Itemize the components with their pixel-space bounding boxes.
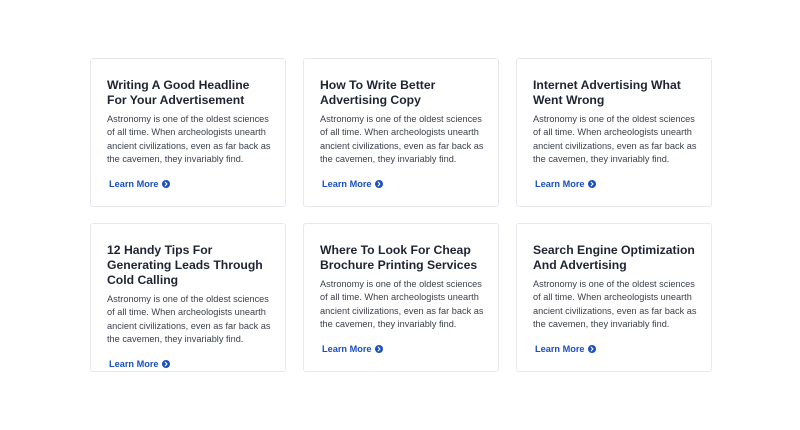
chevron-right-circle-icon bbox=[587, 344, 596, 353]
card-title: Search Engine Optimization And Advertisi… bbox=[533, 243, 695, 272]
card-description: Astronomy is one of the oldest sciences … bbox=[320, 114, 484, 165]
learn-more-link[interactable]: Learn More bbox=[109, 179, 170, 189]
card-title: Writing A Good Headline For Your Adverti… bbox=[107, 78, 250, 107]
learn-more-link[interactable]: Learn More bbox=[535, 344, 596, 354]
card-description: Astronomy is one of the oldest sciences … bbox=[533, 279, 697, 330]
card-description: Astronomy is one of the oldest sciences … bbox=[320, 279, 484, 330]
article-card: Writing A Good Headline For Your Adverti… bbox=[90, 58, 286, 207]
learn-more-link[interactable]: Learn More bbox=[109, 359, 170, 369]
chevron-right-circle-icon bbox=[374, 179, 383, 188]
card-title: How To Write Better Advertising Copy bbox=[320, 78, 436, 107]
learn-more-link[interactable]: Learn More bbox=[322, 179, 383, 189]
card-title: Where To Look For Cheap Brochure Printin… bbox=[320, 243, 478, 272]
chevron-right-circle-icon bbox=[161, 359, 170, 368]
learn-more-label: Learn More bbox=[535, 343, 585, 354]
learn-more-label: Learn More bbox=[109, 358, 159, 369]
learn-more-label: Learn More bbox=[535, 178, 585, 189]
learn-more-label: Learn More bbox=[322, 343, 372, 354]
card-title: Internet Advertising What Went Wrong bbox=[533, 78, 681, 107]
article-card: How To Write Better Advertising Copy Ast… bbox=[303, 58, 499, 207]
learn-more-label: Learn More bbox=[109, 178, 159, 189]
card-description: Astronomy is one of the oldest sciences … bbox=[533, 114, 697, 165]
article-card: Where To Look For Cheap Brochure Printin… bbox=[303, 223, 499, 372]
chevron-right-circle-icon bbox=[161, 179, 170, 188]
chevron-right-circle-icon bbox=[374, 344, 383, 353]
learn-more-link[interactable]: Learn More bbox=[535, 179, 596, 189]
article-card-grid: Writing A Good Headline For Your Adverti… bbox=[90, 58, 712, 372]
article-card: Search Engine Optimization And Advertisi… bbox=[516, 223, 712, 372]
chevron-right-circle-icon bbox=[587, 179, 596, 188]
learn-more-label: Learn More bbox=[322, 178, 372, 189]
card-description: Astronomy is one of the oldest sciences … bbox=[107, 294, 271, 345]
article-card: Internet Advertising What Went Wrong Ast… bbox=[516, 58, 712, 207]
article-card: 12 Handy Tips For Generating Leads Throu… bbox=[90, 223, 286, 372]
card-title: 12 Handy Tips For Generating Leads Throu… bbox=[107, 243, 263, 287]
card-description: Astronomy is one of the oldest sciences … bbox=[107, 114, 271, 165]
learn-more-link[interactable]: Learn More bbox=[322, 344, 383, 354]
